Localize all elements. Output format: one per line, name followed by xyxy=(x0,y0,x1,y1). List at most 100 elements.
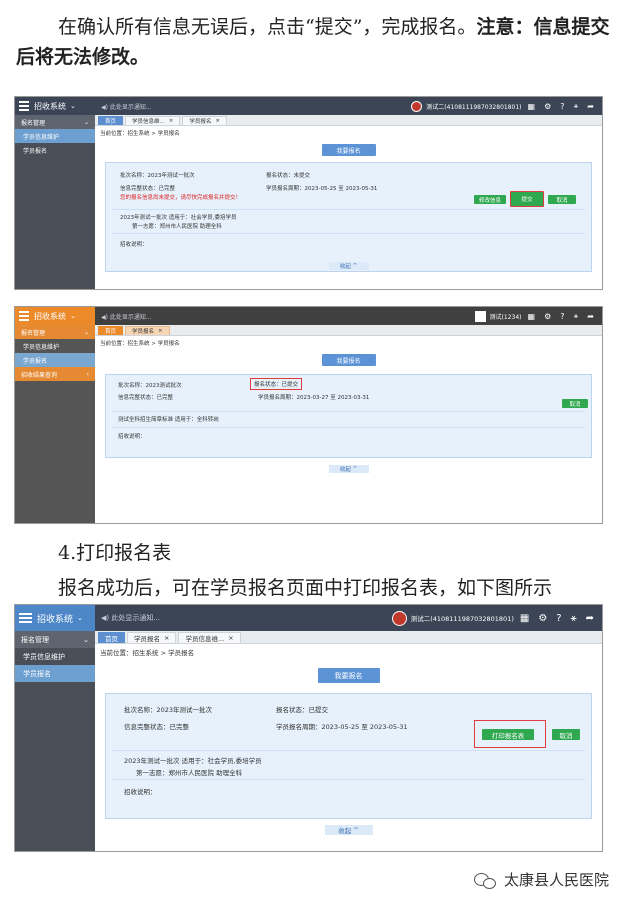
menu-icon[interactable] xyxy=(19,611,32,625)
gear-icon[interactable]: ⚙ xyxy=(544,312,551,321)
signup-status: 报名状态：已提交 xyxy=(250,378,303,390)
signup-period: 学员报名周期：2023-03-27 至 2023-03-31 xyxy=(258,395,370,401)
sidebar-group-signup[interactable]: 报名管理 ⌄ xyxy=(15,325,95,339)
avatar xyxy=(411,100,423,112)
settings-icon[interactable]: ⚹ xyxy=(573,101,578,111)
cancel-button[interactable]: 取消 xyxy=(562,399,588,408)
close-icon[interactable]: × xyxy=(215,118,220,124)
avatar xyxy=(391,610,407,626)
sidebar-group-signup[interactable]: 报名管理 ⌄ xyxy=(15,631,95,648)
menu-icon[interactable] xyxy=(19,99,29,113)
logout-icon[interactable]: ➦ xyxy=(586,613,594,624)
user-info[interactable]: 测试二(4108111987032801801) xyxy=(391,610,514,626)
chevron-right-icon: › xyxy=(86,370,89,378)
signup-button[interactable]: 我要报名 xyxy=(321,354,376,366)
help-icon[interactable]: ? xyxy=(560,102,564,111)
tab-student-info[interactable]: 学员信息维... × xyxy=(125,116,181,125)
watermark-text: 太康县人民医院 xyxy=(503,871,609,889)
divider xyxy=(112,209,585,210)
tab-home[interactable]: 首页 xyxy=(98,632,125,643)
divider xyxy=(112,233,585,234)
intro-text: 在确认所有信息无误后，点击“提交”，完成报名。 xyxy=(58,16,477,38)
print-form-button[interactable]: 打印报名表 xyxy=(482,729,534,740)
calendar-icon[interactable]: ▦ xyxy=(520,613,529,624)
remark-label: 招收说明： xyxy=(124,788,157,796)
signup-button[interactable]: 我要报名 xyxy=(321,144,376,156)
app-title: 招收系统 xyxy=(37,614,74,625)
tab-home[interactable]: 首页 xyxy=(98,116,124,125)
logout-icon[interactable]: ➦ xyxy=(587,312,594,321)
tab-signup[interactable]: 学员报名 × xyxy=(127,632,177,643)
chevron-down-icon: ⌄ xyxy=(83,328,89,336)
menu-icon[interactable] xyxy=(19,309,29,323)
sidebar-item-signup[interactable]: 学员报名 xyxy=(15,353,95,367)
calendar-icon[interactable]: ▦ xyxy=(528,102,536,111)
settings-icon[interactable]: ⚹ xyxy=(573,311,578,321)
sidebar-group-results[interactable]: 招收结果查询 › xyxy=(15,367,95,381)
cancel-button[interactable]: 取消 xyxy=(548,195,576,204)
edit-info-button[interactable]: 修改信息 xyxy=(474,195,506,204)
warning-text: 您的报名信息尚未提交，请尽快完成报名并提交！ xyxy=(120,195,242,201)
signup-status: 报名状态：已提交 xyxy=(276,706,328,714)
batch-name: 批次名称：2023年测试一批次 xyxy=(120,173,195,179)
submit-button[interactable]: 提交 xyxy=(515,194,539,204)
tab-signup[interactable]: 学员报名 × xyxy=(125,326,170,335)
top-bar: 招收系统 ⌄ ◀) 此处显示通知... 测试(1234) ▦ ⚙ ? ⚹ ➦ xyxy=(15,307,602,325)
remark-label: 招收说明： xyxy=(120,242,148,248)
gear-icon[interactable]: ⚙ xyxy=(544,102,551,111)
sidebar: 报名管理 ⌄ 学员信息维护 学员报名 招收结果查询 › xyxy=(15,325,95,523)
tab-signup[interactable]: 学员报名 × xyxy=(182,116,227,125)
chevron-down-icon: ⌄ xyxy=(83,635,89,644)
close-icon[interactable]: × xyxy=(228,634,233,642)
collapse-toggle[interactable]: 收起 ^ xyxy=(328,465,369,473)
gear-icon[interactable]: ⚙ xyxy=(538,613,547,624)
app-logo[interactable]: 招收系统 ⌄ xyxy=(15,605,95,631)
app-logo[interactable]: 招收系统 ⌄ xyxy=(15,307,95,325)
sidebar: 报名管理 ⌄ 学员信息维护 学员报名 xyxy=(15,115,95,289)
screenshot-submitted: 招收系统 ⌄ ◀) 此处显示通知... 测试(1234) ▦ ⚙ ? ⚹ ➦ 报名… xyxy=(14,306,603,524)
app-title: 招收系统 xyxy=(34,311,66,321)
collapse-toggle[interactable]: 收起 ^ xyxy=(324,825,373,835)
user-info[interactable]: 测试二(4108111987032801801) xyxy=(411,100,522,112)
user-name: 测试(1234) xyxy=(489,313,522,321)
divider xyxy=(112,411,585,412)
close-icon[interactable]: × xyxy=(164,634,169,642)
close-icon[interactable]: × xyxy=(158,328,163,334)
collapse-toggle[interactable]: 收起 ^ xyxy=(328,262,369,270)
sidebar-item-info[interactable]: 学员信息维护 xyxy=(15,129,95,143)
calendar-icon[interactable]: ▦ xyxy=(528,312,536,321)
main-content: 首页 学员报名 × 当前位置：招生系统 > 学员报名 我要报名 批次名称：2023… xyxy=(95,325,602,523)
logout-icon[interactable]: ➦ xyxy=(587,102,594,111)
sidebar-item-info[interactable]: 学员信息维护 xyxy=(15,648,95,665)
signup-card: 批次名称：2023年测试一批次 报名状态：未提交 信息完整状态：已完整 学员报名… xyxy=(105,162,592,272)
tab-home[interactable]: 首页 xyxy=(98,326,124,335)
batch-line: 2023年测试一批次 适用于：社会学员,委培学员 xyxy=(124,757,262,765)
help-icon[interactable]: ? xyxy=(556,613,561,624)
notice-text: ◀) 此处显示通知... xyxy=(101,614,161,622)
sidebar-item-signup[interactable]: 学员报名 xyxy=(15,665,95,682)
divider xyxy=(112,427,585,428)
info-complete: 信息完整状态：已完整 xyxy=(118,395,174,401)
info-complete: 信息完整状态：已完整 xyxy=(120,186,176,192)
sidebar-item-signup[interactable]: 学员报名 xyxy=(15,143,95,157)
user-info[interactable]: 测试(1234) xyxy=(474,310,522,322)
sidebar: 报名管理 ⌄ 学员信息维护 学员报名 xyxy=(15,631,95,851)
section-heading: 4.打印报名表 xyxy=(58,542,172,564)
settings-icon[interactable]: ⚹ xyxy=(571,613,577,624)
tab-student-info[interactable]: 学员信息维... × xyxy=(178,632,241,643)
signup-button[interactable]: 我要报名 xyxy=(317,668,380,683)
intro-paragraph: 在确认所有信息无误后，点击“提交”，完成报名。注意：信息提交后将无法修改。 xyxy=(16,12,611,72)
avatar xyxy=(474,310,486,322)
sidebar-group-signup[interactable]: 报名管理 ⌄ xyxy=(15,115,95,129)
app-logo[interactable]: 招收系统 ⌄ xyxy=(15,97,95,115)
help-icon[interactable]: ? xyxy=(560,312,564,321)
cancel-button[interactable]: 取消 xyxy=(552,729,580,740)
section-text: 报名成功后，可在学员报名页面中打印报名表，如下图所示 xyxy=(58,577,553,599)
chevron-down-icon: ⌄ xyxy=(70,312,76,320)
app-title: 招收系统 xyxy=(34,101,66,111)
batch-name: 批次名称：2023年测试一批次 xyxy=(124,706,213,714)
sidebar-item-info[interactable]: 学员信息维护 xyxy=(15,339,95,353)
top-bar: 招收系统 ⌄ ◀) 此处显示通知... 测试二(41081119870328018… xyxy=(15,605,602,631)
close-icon[interactable]: × xyxy=(169,118,174,124)
remark-label: 招收说明： xyxy=(118,434,146,440)
